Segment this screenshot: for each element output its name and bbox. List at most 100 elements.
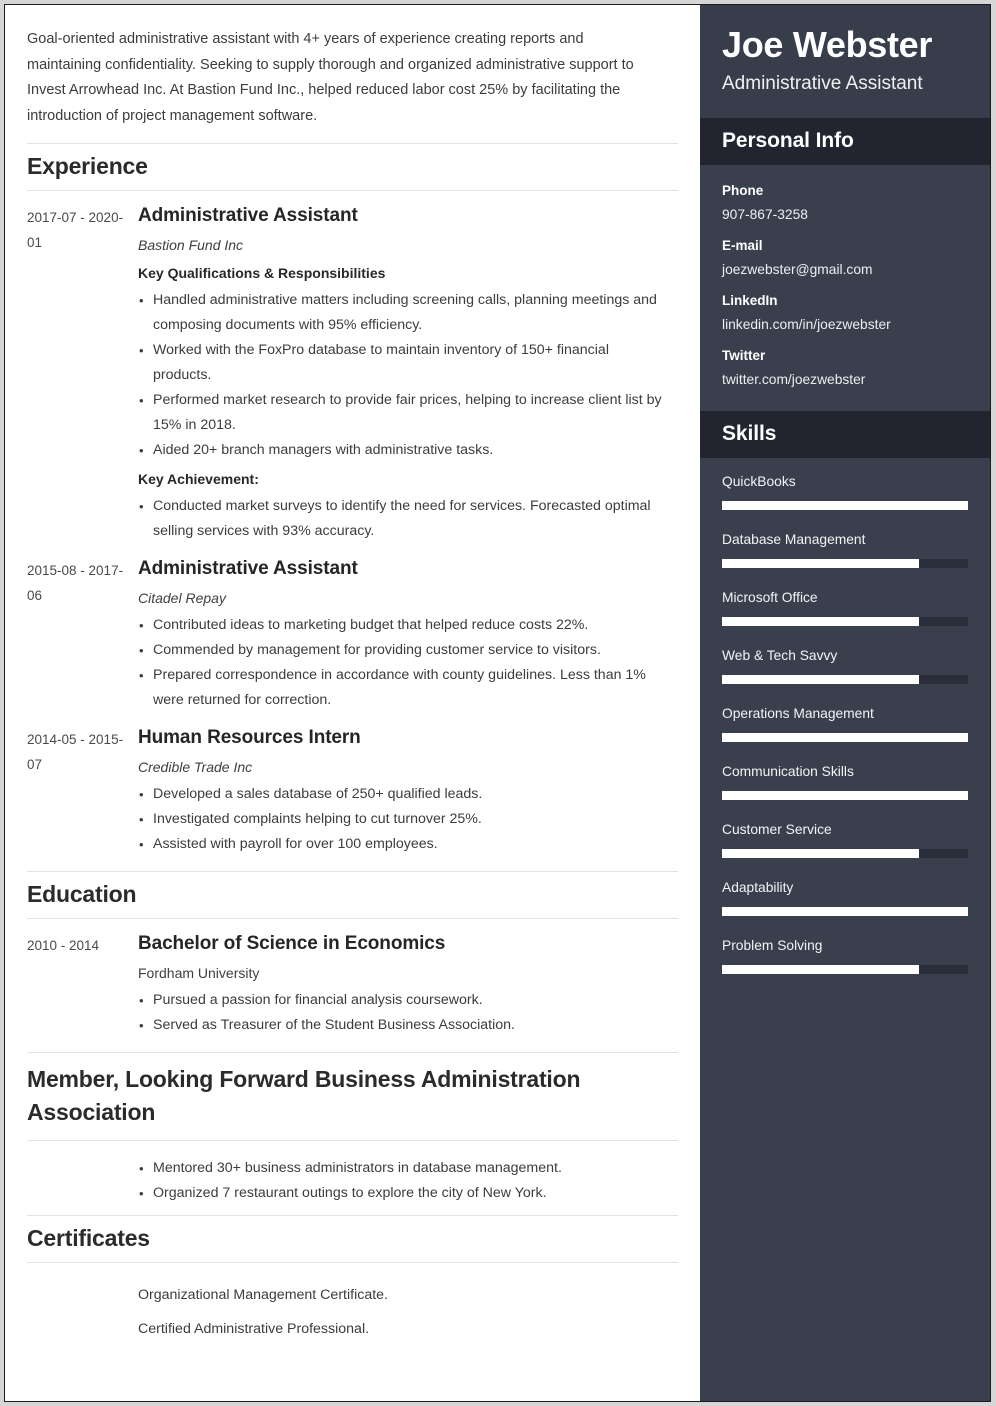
entry-bullet-list: Pursued a passion for financial analysis…: [138, 985, 670, 1038]
resume-sidebar: Joe Webster Administrative Assistant Per…: [700, 5, 990, 1401]
entry-dates-empty: [27, 1153, 138, 1155]
entry-dates: 2010 - 2014: [27, 938, 100, 953]
certificate-item: Certified Administrative Professional.: [138, 1321, 370, 1337]
membership-section: Member, Looking Forward Business Adminis…: [27, 1052, 678, 1141]
bullet-item: Contributed ideas to marketing budget th…: [138, 613, 670, 638]
skill-item: Operations Management: [722, 704, 968, 762]
education-entry: 2010 - 2014 Bachelor of Science in Econo…: [27, 919, 678, 1038]
membership-heading: Member, Looking Forward Business Adminis…: [27, 1066, 581, 1125]
skill-fill: [722, 559, 919, 568]
experience-entry: 2014-05 - 2015-07 Human Resources Intern…: [27, 713, 678, 857]
skills-heading: Skills: [722, 422, 777, 445]
skill-item: Customer Service: [722, 820, 968, 878]
entry-dates: 2014-05 - 2015-07: [27, 732, 124, 772]
entry-achievement-list: Conducted market surveys to identify the…: [138, 491, 670, 544]
bullet-item: Prepared correspondence in accordance wi…: [138, 663, 670, 713]
contact-value[interactable]: linkedin.com/in/joezwebster: [722, 311, 968, 335]
skill-track: [722, 675, 968, 684]
contact-label: E-mail: [722, 238, 763, 253]
certificates-entry: Organizational Management Certificate. C…: [27, 1263, 678, 1351]
education-heading: Education: [27, 881, 137, 907]
skill-track: [722, 907, 968, 916]
summary-paragraph: Goal-oriented administrative assistant w…: [27, 31, 634, 124]
certificate-item: Organizational Management Certificate.: [138, 1287, 388, 1303]
entry-bullet-list: Developed a sales database of 250+ quali…: [138, 779, 670, 857]
entry-organization: Fordham University: [138, 965, 260, 981]
membership-entry: Mentored 30+ business administrators in …: [27, 1141, 678, 1206]
bullet-item: Organized 7 restaurant outings to explor…: [138, 1181, 670, 1206]
entry-bullet-list: Handled administrative matters including…: [138, 285, 670, 463]
bullet-item: Investigated complaints helping to cut t…: [138, 807, 670, 832]
entry-organization: Credible Trade Inc: [138, 759, 253, 775]
entry-dates-empty: [27, 1275, 138, 1277]
skill-item: Microsoft Office: [722, 588, 968, 646]
bullet-item: Performed market research to provide fai…: [138, 388, 670, 438]
contact-value[interactable]: 907-867-3258: [722, 201, 968, 225]
skill-track: [722, 733, 968, 742]
contact-label: LinkedIn: [722, 293, 778, 308]
experience-entry: 2017-07 - 2020-01 Administrative Assista…: [27, 191, 678, 544]
skill-label: Database Management: [722, 532, 866, 547]
bullet-item: Aided 20+ branch managers with administr…: [138, 438, 670, 463]
skill-track: [722, 501, 968, 510]
bullet-item: Mentored 30+ business administrators in …: [138, 1156, 670, 1181]
bullet-item: Assisted with payroll for over 100 emplo…: [138, 832, 670, 857]
contact-value[interactable]: twitter.com/joezwebster: [722, 366, 968, 390]
membership-bullet-list: Mentored 30+ business administrators in …: [138, 1153, 670, 1206]
skill-label: Problem Solving: [722, 938, 823, 953]
entry-title: Human Resources Intern: [138, 727, 361, 748]
skill-fill: [722, 617, 919, 626]
skills-bar: Skills: [700, 411, 990, 458]
bullet-item: Pursued a passion for financial analysis…: [138, 988, 670, 1013]
contact-item-phone: Phone 907-867-3258: [722, 181, 968, 236]
skill-fill: [722, 849, 919, 858]
experience-section: Experience: [27, 143, 678, 191]
entry-achievement-subheading: Key Achievement:: [138, 471, 259, 487]
education-section: Education: [27, 871, 678, 919]
skill-fill: [722, 733, 968, 742]
skill-track: [722, 965, 968, 974]
entry-body: Administrative Assistant Bastion Fund In…: [138, 203, 678, 544]
bullet-item: Worked with the FoxPro database to maint…: [138, 338, 670, 388]
personal-info-heading: Personal Info: [722, 129, 854, 152]
entry-body: Administrative Assistant Citadel Repay C…: [138, 556, 678, 713]
entry-dates: 2017-07 - 2020-01: [27, 210, 124, 250]
skill-label: QuickBooks: [722, 474, 796, 489]
skill-item: Database Management: [722, 530, 968, 588]
certificates-section: Certificates: [27, 1215, 678, 1263]
experience-entry: 2015-08 - 2017-06 Administrative Assista…: [27, 544, 678, 713]
skill-track: [722, 791, 968, 800]
personal-info-bar: Personal Info: [700, 118, 990, 165]
skill-fill: [722, 791, 968, 800]
resume-sheet: Goal-oriented administrative assistant w…: [4, 4, 991, 1402]
certificates-list: Organizational Management Certificate. C…: [138, 1275, 678, 1351]
bullet-item: Developed a sales database of 250+ quali…: [138, 782, 670, 807]
entry-title: Bachelor of Science in Economics: [138, 933, 446, 954]
skill-track: [722, 849, 968, 858]
skill-label: Web & Tech Savvy: [722, 648, 838, 663]
entry-bullet-list: Contributed ideas to marketing budget th…: [138, 610, 670, 713]
entry-body: Mentored 30+ business administrators in …: [138, 1153, 678, 1206]
entry-organization: Citadel Repay: [138, 590, 226, 606]
skill-item: Web & Tech Savvy: [722, 646, 968, 704]
skill-label: Communication Skills: [722, 764, 854, 779]
skill-label: Microsoft Office: [722, 590, 818, 605]
contact-label: Phone: [722, 183, 764, 198]
contact-item-linkedin: LinkedIn linkedin.com/in/joezwebster: [722, 291, 968, 346]
contact-value[interactable]: joezwebster@gmail.com: [722, 256, 968, 280]
skill-fill: [722, 907, 968, 916]
sidebar-header: Joe Webster Administrative Assistant: [700, 5, 990, 118]
bullet-item: Served as Treasurer of the Student Busin…: [138, 1013, 670, 1038]
skill-fill: [722, 501, 968, 510]
skill-fill: [722, 965, 919, 974]
skill-track: [722, 559, 968, 568]
experience-heading: Experience: [27, 153, 148, 179]
entry-subheading: Key Qualifications & Responsibilities: [138, 265, 386, 281]
candidate-name: Joe Webster: [722, 24, 933, 65]
entry-title: Administrative Assistant: [138, 558, 358, 579]
skill-item: Adaptability: [722, 878, 968, 936]
bullet-item: Conducted market surveys to identify the…: [138, 494, 670, 544]
entry-body: Human Resources Intern Credible Trade In…: [138, 725, 678, 857]
skill-label: Adaptability: [722, 880, 794, 895]
personal-info-body: Phone 907-867-3258 E-mail joezwebster@gm…: [700, 165, 990, 401]
